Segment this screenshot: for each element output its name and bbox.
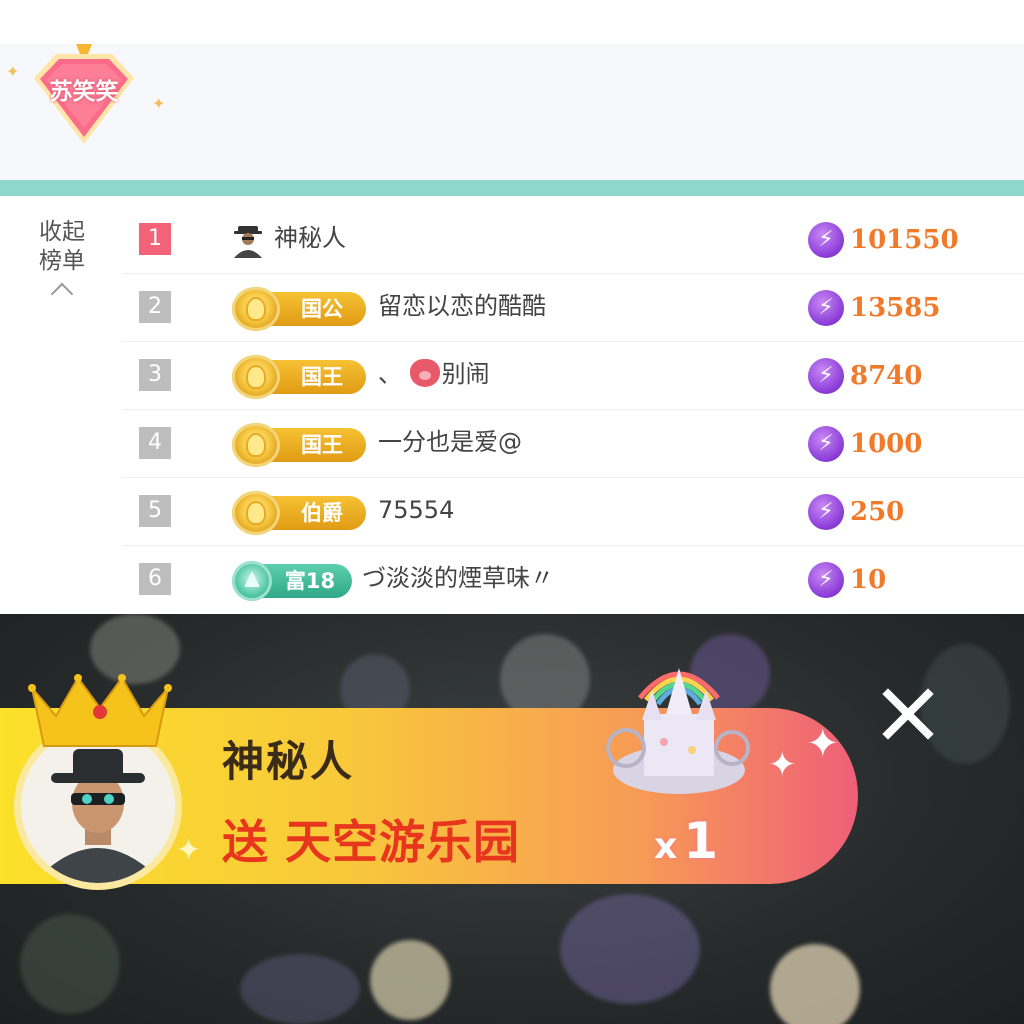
gold-gem-icon: [232, 491, 280, 535]
rank-number: 2: [139, 291, 171, 323]
user-name: 留恋以恋的酷酷: [378, 292, 546, 320]
chevron-up-icon: [50, 282, 74, 306]
score-value: 250: [850, 497, 905, 527]
top-strip: [0, 0, 1024, 44]
user-name: 别闹: [441, 360, 490, 388]
collapse-label-line2: 榜单: [39, 248, 85, 274]
sparkle-icon: ✦: [152, 94, 166, 113]
leaderboard-row[interactable]: 1 神秘人 ⚡ 101550: [122, 206, 1024, 274]
noble-title-badge: 伯爵: [232, 491, 366, 535]
leaderboard-row[interactable]: 4 国王 一分也是爱@ ⚡ 1000: [122, 410, 1024, 478]
user-name: づ淡淡的煙草味〃: [362, 564, 554, 592]
noble-title-badge: 国公: [232, 287, 366, 331]
score-value: 13585: [850, 293, 941, 323]
gift-description: 送天空游乐园: [222, 806, 520, 872]
rank-number: 3: [139, 359, 171, 391]
mystery-user-avatar-icon: [21, 729, 175, 883]
wealth-level-badge: 富18: [232, 559, 352, 603]
gold-gem-icon: [232, 355, 280, 399]
sparkle-icon: ✦: [6, 62, 20, 81]
rank-number: 1: [139, 223, 171, 255]
mystery-user-icon: [234, 226, 262, 258]
sky-amusement-park-gift-icon: [606, 668, 750, 794]
gold-gem-icon: [232, 287, 280, 331]
green-triangle-icon: [232, 561, 272, 601]
sparkle-icon: ✦: [806, 721, 840, 767]
gift-action: 送: [222, 815, 269, 869]
collapse-leaderboard-button[interactable]: 收起 榜单: [24, 218, 100, 306]
gift-quantity: x1: [654, 812, 718, 870]
lightning-bolt-icon: ⚡: [808, 494, 844, 530]
leaderboard-row[interactable]: 3 国王 、 别闹 ⚡ 8740: [122, 342, 1024, 410]
anchor-name: 苏笑笑: [49, 79, 119, 105]
user-name: 75554: [378, 496, 455, 524]
gold-gem-icon: [232, 423, 280, 467]
crown-icon: [28, 674, 172, 747]
sparkle-icon: ✦: [176, 833, 202, 868]
score-value: 101550: [850, 225, 959, 255]
rank-number: 4: [139, 427, 171, 459]
user-name: 神秘人: [274, 224, 346, 252]
user-name-group: 、 别闹: [378, 357, 490, 391]
leaderboard-row[interactable]: 2 国公 留恋以恋的酷酷 ⚡ 13585: [122, 274, 1024, 342]
noble-title-badge: 国王: [232, 355, 366, 399]
rank-number: 5: [139, 495, 171, 527]
gift-name: 天空游乐园: [285, 815, 520, 869]
lightning-bolt-icon: ⚡: [808, 290, 844, 326]
lightning-bolt-icon: ⚡: [808, 426, 844, 462]
sparkle-icon: ✦: [768, 745, 797, 785]
quantity-prefix: x: [654, 826, 678, 867]
lightning-bolt-icon: ⚡: [808, 562, 844, 598]
pig-emoji-icon: [409, 359, 440, 387]
close-icon[interactable]: [878, 684, 938, 744]
lightning-bolt-icon: ⚡: [808, 222, 844, 258]
anchor-badge[interactable]: 苏笑笑: [22, 44, 146, 148]
leaderboard-row[interactable]: 5 伯爵 75554 ⚡ 250: [122, 478, 1024, 546]
gift-sender-name: 神秘人: [222, 737, 355, 786]
rank-number: 6: [139, 563, 171, 595]
teal-divider: [0, 180, 1024, 196]
user-name-prefix: 、: [378, 360, 402, 388]
leaderboard-row[interactable]: 6 富18 づ淡淡的煙草味〃 ⚡ 10: [122, 546, 1024, 614]
score-value: 1000: [850, 429, 923, 459]
score-value: 8740: [850, 361, 923, 391]
noble-title-badge: 国王: [232, 423, 366, 467]
quantity-number: 1: [683, 812, 719, 870]
collapse-label-line1: 收起: [39, 219, 85, 245]
contribution-leaderboard: 收起 榜单 1 神秘人 ⚡ 101550 2 国公 留恋以恋的酷酷 ⚡ 1358…: [0, 196, 1024, 614]
user-name: 一分也是爱@: [378, 428, 522, 456]
lightning-bolt-icon: ⚡: [808, 358, 844, 394]
score-value: 10: [850, 565, 887, 595]
